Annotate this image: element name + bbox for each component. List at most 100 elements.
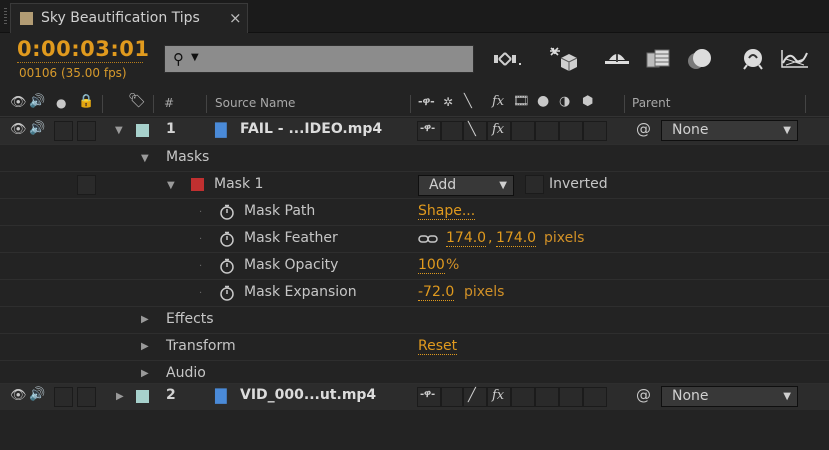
layer-source-name[interactable]: FAIL - ...IDEO.mp4 bbox=[240, 121, 382, 137]
graph-editor-icon[interactable] bbox=[778, 44, 812, 74]
solo-icon[interactable]: ● bbox=[56, 96, 66, 110]
motion-blur-icon[interactable] bbox=[683, 44, 717, 74]
shy-layers-icon[interactable] bbox=[600, 44, 634, 74]
column-divider[interactable] bbox=[805, 95, 806, 113]
masks-group-row[interactable]: ▼ Masks bbox=[0, 145, 829, 171]
stopwatch-icon[interactable] bbox=[219, 258, 235, 274]
lock-icon[interactable]: 🔒 bbox=[78, 94, 94, 109]
collapse-switch[interactable] bbox=[441, 387, 463, 407]
column-divider[interactable] bbox=[624, 95, 625, 113]
chevron-down-icon[interactable]: ▼ bbox=[115, 125, 123, 136]
chevron-down-icon[interactable]: ▼ bbox=[191, 52, 199, 63]
mask-name[interactable]: Mask 1 bbox=[214, 176, 263, 192]
chevron-down-icon[interactable]: ▼ bbox=[141, 153, 149, 164]
quality-switch[interactable]: ╱ bbox=[463, 387, 487, 407]
parent-dropdown[interactable]: None ▼ bbox=[661, 120, 798, 141]
layer-row[interactable]: 👁 🔊 ▶ 2 ▇ VID_000...ut.mp4 -ዋ- ╱ fx @ No… bbox=[0, 384, 829, 410]
layer-search-box[interactable]: ⚲ ▼ bbox=[164, 45, 474, 73]
chevron-right-icon[interactable]: ▶ bbox=[141, 314, 149, 325]
audio-speaker-icon[interactable]: 🔊 bbox=[29, 387, 45, 402]
composition-mini-flowchart-icon[interactable] bbox=[491, 44, 525, 74]
solo-toggle[interactable] bbox=[54, 121, 73, 141]
chevron-right-icon[interactable]: ▶ bbox=[141, 341, 149, 352]
chevron-right-icon[interactable]: ▶ bbox=[141, 368, 149, 379]
eye-icon[interactable]: 👁 bbox=[10, 388, 27, 403]
motion-blur-switch[interactable] bbox=[535, 121, 559, 141]
effects-switch[interactable]: fx bbox=[487, 121, 511, 141]
collapse-switch[interactable] bbox=[441, 121, 463, 141]
parent-pick-whip-icon[interactable]: @ bbox=[636, 386, 651, 404]
adjustment-switch[interactable] bbox=[559, 387, 583, 407]
motion-blur-switch[interactable] bbox=[535, 387, 559, 407]
shy-switch[interactable]: -ዋ- bbox=[417, 387, 441, 407]
composition-tab[interactable]: Sky Beautification Tips × bbox=[10, 3, 248, 33]
effects-switch[interactable]: fx bbox=[487, 387, 511, 407]
audio-speaker-icon[interactable]: 🔊 bbox=[29, 94, 45, 109]
column-parent-header[interactable]: Parent bbox=[632, 96, 670, 110]
parent-dropdown[interactable]: None ▼ bbox=[661, 386, 798, 407]
collapse-transformations-icon[interactable]: ✲ bbox=[443, 95, 453, 109]
mask-lock-toggle[interactable] bbox=[77, 175, 96, 195]
shy-switch[interactable]: -ዋ- bbox=[417, 121, 441, 141]
layer-source-name[interactable]: VID_000...ut.mp4 bbox=[240, 387, 376, 403]
column-source-name-header[interactable]: Source Name bbox=[215, 96, 295, 110]
3d-layer-icon[interactable]: ⬢ bbox=[582, 94, 593, 109]
frame-blending-switch[interactable] bbox=[511, 387, 535, 407]
3d-switch[interactable] bbox=[583, 387, 607, 407]
mask-row[interactable]: ▼ Mask 1 Add ▼ Inverted bbox=[0, 172, 829, 198]
label-tag-icon[interactable]: 🏷 bbox=[128, 93, 146, 109]
frame-blending-column-icon[interactable]: 🎞 bbox=[513, 94, 530, 109]
mask-expansion-value[interactable]: -72.0 bbox=[418, 284, 455, 301]
mask-path-value[interactable]: Shape... bbox=[418, 203, 476, 220]
shy-switch-icon[interactable]: -ዋ- bbox=[418, 95, 435, 109]
column-divider[interactable] bbox=[102, 95, 103, 113]
mask-opacity-value[interactable]: 100 bbox=[418, 257, 445, 274]
mask-feather-y-value[interactable]: 174.0 bbox=[496, 230, 537, 247]
parent-pick-whip-icon[interactable]: @ bbox=[636, 120, 651, 138]
motion-blur-column-icon[interactable]: ● bbox=[537, 93, 549, 109]
mask-color-swatch[interactable] bbox=[191, 178, 204, 191]
mask-feather-row[interactable]: · Mask Feather 174.0 , 174.0 pixels bbox=[0, 226, 829, 252]
current-time-display[interactable]: 0:00:03:01 bbox=[17, 37, 149, 61]
effects-group-row[interactable]: ▶ Effects bbox=[0, 307, 829, 333]
mask-mode-dropdown[interactable]: Add ▼ bbox=[418, 175, 514, 196]
stopwatch-icon[interactable] bbox=[219, 285, 235, 301]
quality-icon[interactable]: ╲ bbox=[464, 94, 472, 109]
3d-switch[interactable] bbox=[583, 121, 607, 141]
lock-toggle[interactable] bbox=[77, 387, 96, 407]
brainstorm-icon[interactable] bbox=[736, 44, 770, 74]
mask-inverted-checkbox[interactable] bbox=[525, 175, 544, 194]
quality-switch[interactable]: ╲ bbox=[463, 121, 487, 141]
adjustment-switch[interactable] bbox=[559, 121, 583, 141]
mask-opacity-row[interactable]: · Mask Opacity 100 % bbox=[0, 253, 829, 279]
stopwatch-icon[interactable] bbox=[219, 204, 235, 220]
transform-group-row[interactable]: ▶ Transform Reset bbox=[0, 334, 829, 360]
panel-grip-handle[interactable] bbox=[4, 8, 7, 25]
solo-toggle[interactable] bbox=[54, 387, 73, 407]
layer-row[interactable]: 👁 🔊 ▼ 1 ▇ FAIL - ...IDEO.mp4 -ዋ- ╲ fx @ … bbox=[0, 118, 829, 144]
mask-path-row[interactable]: · Mask Path Shape... bbox=[0, 199, 829, 225]
adjustment-layer-icon[interactable]: ◑ bbox=[559, 94, 570, 109]
search-icon[interactable]: ⚲ bbox=[173, 50, 184, 68]
mask-expansion-row[interactable]: · Mask Expansion -72.0 pixels bbox=[0, 280, 829, 306]
column-number-header[interactable]: # bbox=[164, 96, 174, 110]
frame-blending-switch[interactable] bbox=[511, 121, 535, 141]
transform-reset-link[interactable]: Reset bbox=[418, 338, 458, 355]
lock-toggle[interactable] bbox=[77, 121, 96, 141]
mask-feather-x-value[interactable]: 174.0 bbox=[446, 230, 487, 247]
eye-icon[interactable]: 👁 bbox=[10, 122, 27, 137]
column-divider[interactable] bbox=[410, 95, 411, 113]
constrain-proportions-link-icon[interactable] bbox=[418, 234, 438, 244]
column-divider[interactable] bbox=[206, 95, 207, 113]
close-tab-icon[interactable]: × bbox=[229, 9, 242, 27]
column-divider[interactable] bbox=[153, 95, 154, 113]
eye-icon[interactable]: 👁 bbox=[10, 95, 27, 110]
chevron-right-icon[interactable]: ▶ bbox=[116, 391, 124, 402]
frame-blending-icon[interactable] bbox=[642, 44, 676, 74]
layer-label-color[interactable] bbox=[136, 124, 149, 137]
layer-label-color[interactable] bbox=[136, 390, 149, 403]
draft-3d-icon[interactable] bbox=[547, 44, 581, 74]
search-input[interactable] bbox=[205, 49, 465, 69]
effects-fx-icon[interactable]: fx bbox=[492, 94, 504, 109]
audio-speaker-icon[interactable]: 🔊 bbox=[29, 121, 45, 136]
